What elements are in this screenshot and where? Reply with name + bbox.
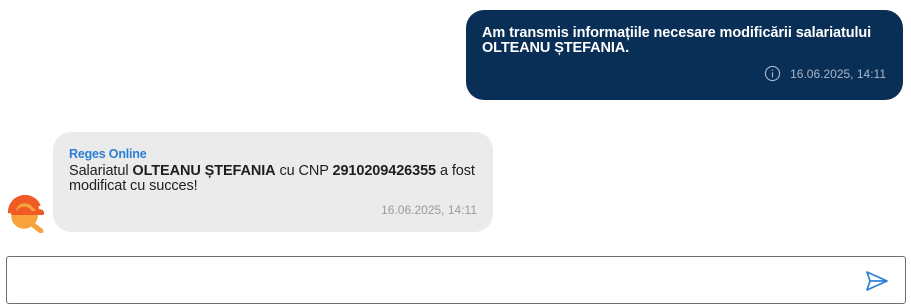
send-button[interactable] (865, 270, 889, 292)
incoming-message: Reges Online Salariatul OLTEANU ȘTEFANIA… (53, 132, 493, 232)
reges-logo-icon (7, 194, 47, 234)
message-sender-name: Reges Online (69, 147, 147, 161)
info-icon[interactable] (764, 65, 781, 82)
message-composer (6, 256, 906, 304)
outgoing-message-line: OLTEANU ȘTEFANIA. (482, 40, 630, 56)
message-text-segment: cu CNP (275, 163, 333, 179)
message-text-segment: Salariatul (69, 163, 133, 179)
outgoing-message-text: Am transmis informațiile necesare modifi… (482, 26, 886, 56)
outgoing-message-timestamp: 16.06.2025, 14:11 (790, 66, 886, 81)
outgoing-message-meta: 16.06.2025, 14:11 (764, 65, 886, 82)
incoming-message-timestamp: 16.06.2025, 14:11 (381, 203, 477, 217)
send-icon (865, 270, 889, 292)
message-input[interactable] (17, 265, 857, 295)
outgoing-message-line: Am transmis informațiile necesare modifi… (482, 25, 872, 41)
employee-cnp: 2910209426355 (332, 163, 437, 179)
chat-message-list: Am transmis informațiile necesare modifi… (0, 0, 911, 250)
employee-name: OLTEANU ȘTEFANIA (132, 163, 276, 179)
outgoing-message: Am transmis informațiile necesare modifi… (466, 10, 903, 100)
incoming-message-text: Salariatul OLTEANU ȘTEFANIA cu CNP 29102… (69, 164, 477, 194)
